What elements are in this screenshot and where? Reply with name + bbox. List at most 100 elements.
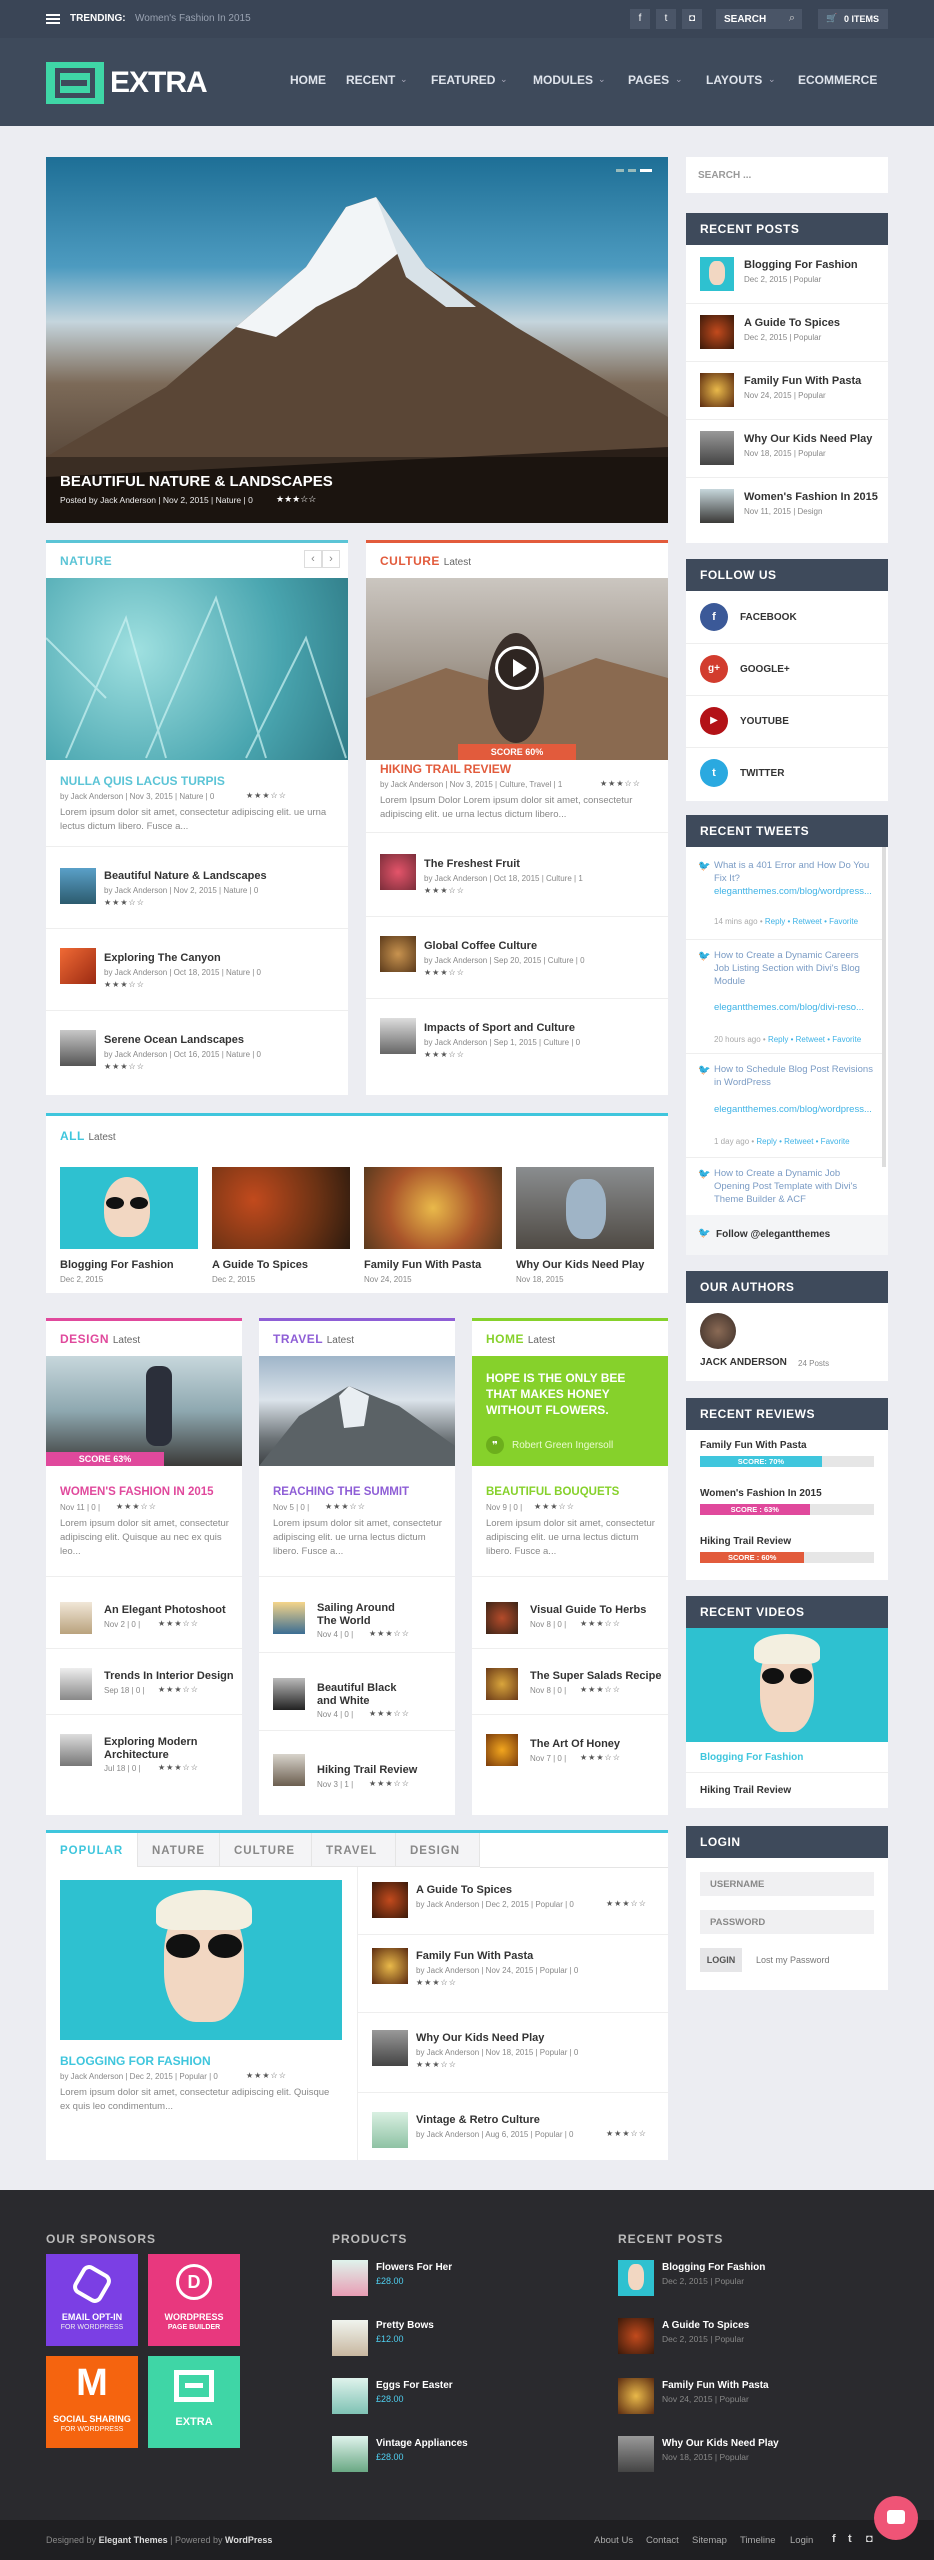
module-title[interactable]: ALL Latest bbox=[60, 1129, 116, 1143]
tweet-link[interactable]: elegantthemes.com/blog/wordpress... bbox=[714, 1103, 874, 1116]
search-box[interactable]: SEARCH ⌕ bbox=[716, 9, 802, 29]
post-title[interactable]: NULLA QUIS LACUS TURPIS bbox=[60, 774, 225, 788]
carousel-title[interactable]: A Guide To Spices bbox=[212, 1259, 308, 1271]
product-thumbnail[interactable] bbox=[332, 2378, 368, 2414]
post-thumbnail[interactable] bbox=[60, 868, 96, 904]
google-plus-icon[interactable]: g+ bbox=[700, 655, 728, 683]
slider-dot[interactable] bbox=[628, 169, 636, 172]
post-thumbnail[interactable] bbox=[273, 1678, 305, 1710]
slider-dot[interactable] bbox=[616, 169, 624, 172]
module-title[interactable]: HOME Latest bbox=[486, 1332, 555, 1346]
post-title[interactable]: The Art Of Honey bbox=[530, 1738, 620, 1750]
sidebar-search[interactable]: SEARCH ... bbox=[686, 157, 888, 193]
review-title[interactable]: Family Fun With Pasta bbox=[700, 1440, 807, 1451]
module-title[interactable]: TRAVEL Latest bbox=[273, 1332, 354, 1346]
tweet-actions[interactable]: Reply • Retweet • Favorite bbox=[756, 1137, 849, 1146]
tab-culture[interactable]: CULTURE bbox=[220, 1833, 312, 1867]
post-title[interactable]: A Guide To Spices bbox=[416, 1884, 512, 1896]
footer-link-about[interactable]: About Us bbox=[594, 2535, 633, 2546]
tab-popular[interactable]: POPULAR bbox=[46, 1833, 138, 1867]
prev-arrow-icon[interactable]: ‹ bbox=[304, 550, 322, 568]
chat-bubble-icon[interactable] bbox=[874, 2496, 918, 2540]
product-name[interactable]: Pretty Bows bbox=[376, 2320, 434, 2331]
video-title[interactable]: Hiking Trail Review bbox=[700, 1785, 791, 1796]
post-thumbnail[interactable] bbox=[273, 1754, 305, 1786]
facebook-link[interactable]: FACEBOOK bbox=[740, 612, 797, 623]
module-title[interactable]: DESIGN Latest bbox=[60, 1332, 140, 1346]
post-title[interactable]: BLOGGING FOR FASHION bbox=[60, 2054, 211, 2068]
post-thumbnail[interactable] bbox=[380, 854, 416, 890]
instagram-icon[interactable]: ◘ bbox=[682, 9, 702, 29]
post-thumbnail[interactable] bbox=[700, 431, 734, 465]
post-thumbnail[interactable] bbox=[486, 1668, 518, 1700]
product-thumbnail[interactable] bbox=[332, 2320, 368, 2356]
youtube-link[interactable]: YOUTUBE bbox=[740, 716, 789, 727]
module-title[interactable]: NATURE bbox=[60, 554, 112, 568]
twitter-link[interactable]: TWITTER bbox=[740, 768, 784, 779]
menu-icon[interactable] bbox=[46, 14, 60, 24]
post-thumbnail[interactable] bbox=[372, 1948, 408, 1984]
product-name[interactable]: Flowers For Her bbox=[376, 2262, 452, 2273]
hero-slider[interactable]: BEAUTIFUL NATURE & LANDSCAPES Posted by … bbox=[46, 157, 668, 523]
post-thumbnail[interactable] bbox=[60, 1880, 342, 2040]
carousel-title[interactable]: Why Our Kids Need Play bbox=[516, 1259, 644, 1271]
next-arrow-icon[interactable]: › bbox=[322, 550, 340, 568]
post-title[interactable]: Impacts of Sport and Culture bbox=[424, 1022, 575, 1034]
post-thumbnail[interactable] bbox=[486, 1734, 518, 1766]
post-title[interactable]: Visual Guide To Herbs bbox=[530, 1604, 646, 1616]
lost-password-link[interactable]: Lost my Password bbox=[756, 1955, 830, 1965]
carousel-title[interactable]: Blogging For Fashion bbox=[60, 1259, 174, 1271]
footer-link-contact[interactable]: Contact bbox=[646, 2535, 679, 2546]
post-title[interactable]: HIKING TRAIL REVIEW bbox=[380, 762, 511, 776]
sponsor-email-optin[interactable]: EMAIL OPT-IN FOR WORDPRESS bbox=[46, 2254, 138, 2346]
tab-design[interactable]: DESIGN bbox=[396, 1833, 480, 1867]
post-thumbnail[interactable] bbox=[273, 1602, 305, 1634]
footer-link-timeline[interactable]: Timeline bbox=[740, 2535, 776, 2546]
login-button[interactable]: LOGIN bbox=[700, 1948, 742, 1972]
nav-featured[interactable]: FEATURED bbox=[431, 73, 495, 87]
post-title[interactable]: WOMEN'S FASHION IN 2015 bbox=[60, 1486, 214, 1498]
nav-layouts[interactable]: LAYOUTS bbox=[706, 73, 762, 87]
video-title-active[interactable]: Blogging For Fashion bbox=[700, 1752, 803, 1763]
google-plus-link[interactable]: GOOGLE+ bbox=[740, 664, 790, 675]
post-title[interactable]: Family Fun With Pasta bbox=[416, 1950, 533, 1962]
post-thumbnail[interactable] bbox=[372, 2112, 408, 2148]
sponsor-extra[interactable]: EXTRA bbox=[148, 2356, 240, 2448]
post-title[interactable]: The Super Salads Recipe bbox=[530, 1670, 661, 1682]
footer-link-login[interactable]: Login bbox=[790, 2535, 813, 2546]
post-thumbnail[interactable] bbox=[60, 948, 96, 984]
post-title[interactable]: A Guide To Spices bbox=[662, 2320, 749, 2331]
post-title[interactable]: Exploring The Canyon bbox=[104, 952, 221, 964]
tweet-actions[interactable]: Reply • Retweet • Favorite bbox=[768, 1035, 861, 1044]
review-title[interactable]: Hiking Trail Review bbox=[700, 1536, 791, 1547]
module-title[interactable]: CULTURE Latest bbox=[380, 554, 471, 568]
password-input[interactable]: PASSWORD bbox=[700, 1910, 874, 1934]
post-title[interactable]: Beautiful Nature & Landscapes bbox=[104, 870, 267, 882]
facebook-icon[interactable]: f bbox=[630, 9, 650, 29]
twitter-icon[interactable]: t bbox=[700, 759, 728, 787]
product-name[interactable]: Eggs For Easter bbox=[376, 2380, 453, 2391]
username-input[interactable]: USERNAME bbox=[700, 1872, 874, 1896]
post-title[interactable]: Sailing Around The World bbox=[317, 1602, 417, 1628]
carousel-title[interactable]: Family Fun With Pasta bbox=[364, 1259, 481, 1271]
tweet-link[interactable]: elegantthemes.com/blog/wordpress... bbox=[714, 885, 874, 898]
video-thumbnail[interactable] bbox=[686, 1628, 888, 1742]
nav-recent[interactable]: RECENT bbox=[346, 73, 395, 87]
sponsor-page-builder[interactable]: D WORDPRESS PAGE BUILDER bbox=[148, 2254, 240, 2346]
carousel-thumbnail[interactable] bbox=[516, 1167, 654, 1249]
tweet-link[interactable]: elegantthemes.com/blog/divi-reso... bbox=[714, 1001, 874, 1014]
hero-title[interactable]: BEAUTIFUL NATURE & LANDSCAPES bbox=[60, 473, 333, 490]
post-title[interactable]: A Guide To Spices bbox=[744, 317, 840, 329]
author-name[interactable]: JACK ANDERSON bbox=[700, 1357, 787, 1368]
post-thumbnail[interactable] bbox=[618, 2378, 654, 2414]
post-title[interactable]: Blogging For Fashion bbox=[662, 2262, 765, 2273]
slider-dots[interactable] bbox=[616, 169, 652, 172]
post-thumbnail[interactable] bbox=[60, 1734, 92, 1766]
post-title[interactable]: Global Coffee Culture bbox=[424, 940, 537, 952]
post-title[interactable]: Why Our Kids Need Play bbox=[744, 433, 872, 445]
post-thumbnail[interactable] bbox=[700, 373, 734, 407]
post-thumbnail[interactable] bbox=[700, 315, 734, 349]
carousel-thumbnail[interactable] bbox=[212, 1167, 350, 1249]
facebook-icon[interactable]: f bbox=[700, 603, 728, 631]
post-thumbnail[interactable]: SCORE 63% bbox=[46, 1356, 242, 1466]
